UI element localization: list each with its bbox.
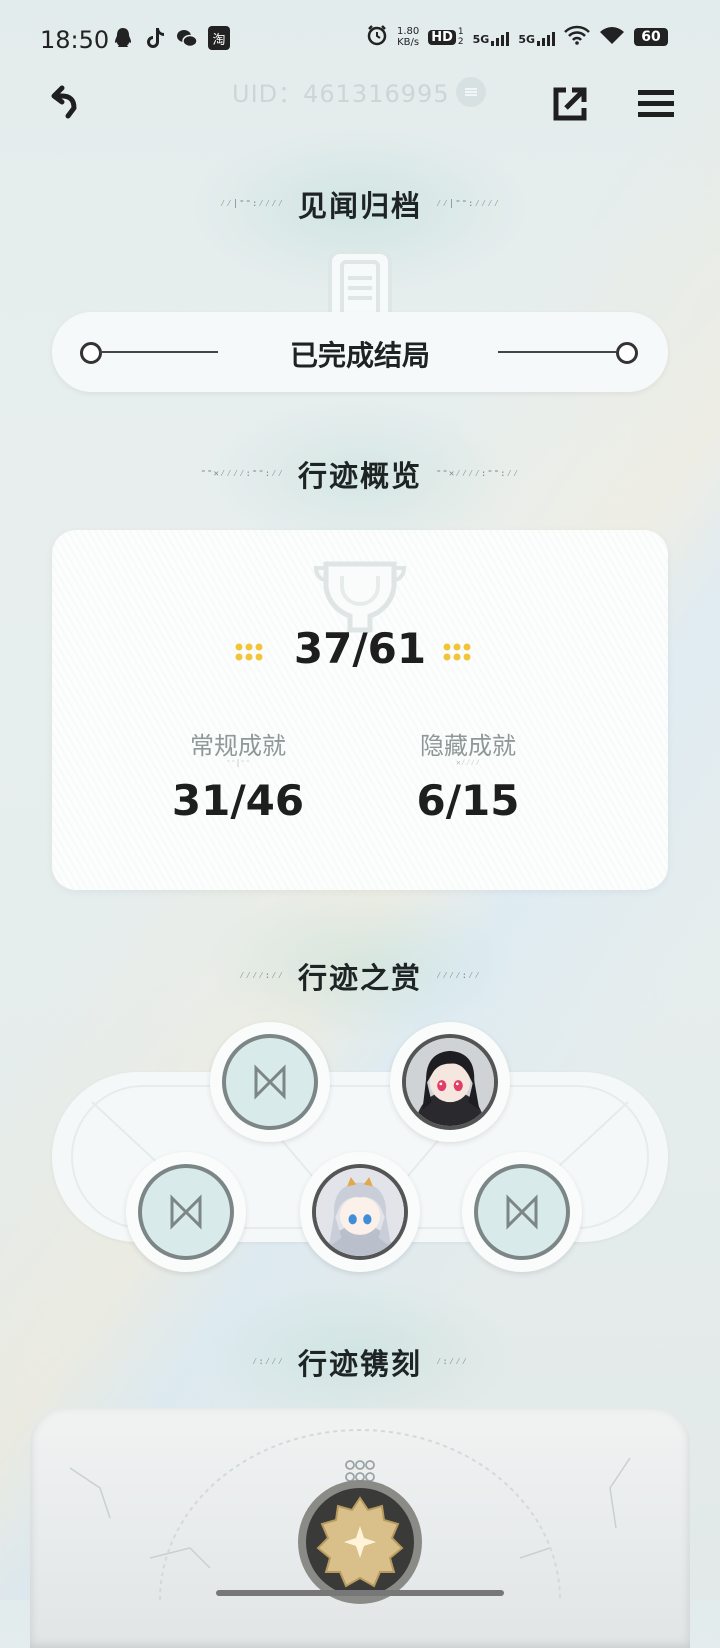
reward-slot-1-locked[interactable]: [210, 1022, 330, 1142]
slot-ring: [312, 1164, 408, 1260]
slot-ring: [138, 1164, 234, 1260]
alarm-icon: [366, 24, 388, 50]
total-achievements-value: 37/61: [293, 624, 427, 673]
back-button[interactable]: [44, 80, 92, 128]
reward-slot-5-locked[interactable]: [462, 1152, 582, 1272]
bowtie-icon: [254, 1064, 286, 1100]
taobao-icon: 淘: [208, 26, 230, 50]
signal-2-label: 5G: [518, 33, 535, 46]
hd-sub-1: 1: [457, 27, 464, 37]
engraving-section-header: ⁄:⁄⁄⁄ 行迹镌刻 ⁄:⁄⁄⁄: [0, 1332, 720, 1392]
header-deco-left: ⁄⁄⁄⁄:⁄⁄: [239, 971, 284, 981]
share-external-icon: [553, 87, 587, 121]
header-deco-right: ⁄⁄⁄⁄:⁄⁄: [436, 971, 481, 981]
rewards-section-header: ⁄⁄⁄⁄:⁄⁄ 行迹之赏 ⁄⁄⁄⁄:⁄⁄: [0, 946, 720, 1006]
bowtie-icon: [170, 1194, 202, 1230]
wechat-icon: [176, 26, 198, 50]
decorative-dots-icon-right: [443, 643, 471, 661]
hidden-achievements-value: 6/15: [416, 776, 520, 825]
reward-slot-4-unlocked[interactable]: [300, 1152, 420, 1272]
archive-section-header: ⁄⁄|⁼⁼:⁄⁄⁄⁄ 见闻归档 ⁄⁄|⁼⁼:⁄⁄⁄⁄: [0, 174, 720, 234]
hd-sub-2: 2: [457, 37, 464, 47]
uid-text: UID：461316995: [232, 80, 450, 108]
dark-haired-character-avatar: [406, 1038, 494, 1126]
net-speed-value: 1.80: [396, 26, 420, 37]
hamburger-menu-icon: [638, 90, 674, 117]
pill-right-knob: [616, 342, 638, 364]
copy-icon: [464, 87, 477, 96]
slot-ring: [222, 1034, 318, 1130]
hd-indicator: HD 1 2: [428, 27, 464, 47]
completed-endings-button[interactable]: 已完成结局: [52, 312, 668, 392]
home-indicator[interactable]: [216, 1590, 504, 1596]
engraving-section-title: 行迹镌刻: [297, 1347, 422, 1381]
completed-endings-label: 已完成结局: [289, 339, 430, 372]
signal-1-label: 5G: [472, 33, 490, 46]
copy-uid-button[interactable]: [455, 76, 486, 107]
tiktok-icon: [144, 26, 166, 50]
undo-arrow-icon: [51, 85, 77, 119]
signal-2: 5G: [518, 28, 555, 46]
header-deco-right: ⁄⁄|⁼⁼:⁄⁄⁄⁄: [436, 199, 501, 209]
status-bar: 18:50 淘 1.80 KB/s HD 1 2 5G 5G 60: [0, 0, 720, 80]
slot-ring: [474, 1164, 570, 1260]
qq-icon: [112, 26, 134, 50]
signal-bars-icon: [491, 28, 510, 46]
uid-display: UID：461316995: [232, 74, 486, 109]
wifi-icon: [599, 25, 625, 49]
battery-indicator: 60: [634, 28, 668, 46]
reward-slot-3-locked[interactable]: [126, 1152, 246, 1272]
slot-ring: [402, 1034, 498, 1130]
overview-section-header: ⁼⁼✕⁄⁄⁄⁄:⁼⁼:⁄⁄ 行迹概览 ⁼⁼✕⁄⁄⁄⁄:⁼⁼:⁄⁄: [0, 444, 720, 504]
menu-button[interactable]: [638, 88, 674, 120]
header-deco-left: ⁄⁄|⁼⁼:⁄⁄⁄⁄: [219, 199, 284, 209]
share-button[interactable]: [552, 86, 588, 122]
document-icon: [322, 248, 398, 334]
header-deco-left: ⁼⁼✕⁄⁄⁄⁄:⁼⁼:⁄⁄: [200, 469, 284, 479]
status-time: 18:50: [40, 26, 110, 54]
hidden-achievements-deco: ✕⁄⁄⁄⁄: [455, 758, 481, 767]
net-speed-unit: KB/s: [397, 37, 420, 48]
header-deco-left: ⁄:⁄⁄⁄: [251, 1357, 284, 1367]
reward-slot-2-unlocked[interactable]: [390, 1022, 510, 1142]
archive-section-title: 见闻归档: [297, 189, 422, 223]
overview-section-title: 行迹概览: [297, 459, 422, 493]
rewards-section-title: 行迹之赏: [297, 961, 422, 995]
header-deco-right: ⁼⁼✕⁄⁄⁄⁄:⁼⁼:⁄⁄: [436, 469, 520, 479]
medal-icon: [294, 1476, 426, 1608]
notification-icons: 淘: [112, 26, 230, 50]
net-speed: 1.80 KB/s: [397, 26, 419, 48]
engraving-panel[interactable]: [30, 1408, 690, 1648]
achievement-overview-card[interactable]: 37/61 常规成就 ⁼⁼|⁼⁼ 31/46 隐藏成就 ✕⁄⁄⁄⁄ 6/15: [52, 530, 668, 890]
signal-bars-icon: [537, 28, 555, 46]
pill-right-line: [498, 351, 616, 353]
hd-badge: HD: [428, 29, 456, 45]
silver-haired-character-avatar: [316, 1168, 404, 1256]
bowtie-icon: [506, 1194, 538, 1230]
header-deco-right: ⁄:⁄⁄⁄: [436, 1357, 469, 1367]
signal-1: 5G: [473, 28, 510, 46]
hidden-achievements-label: 隐藏成就: [420, 732, 516, 760]
hotspot-wifi-icon: [564, 25, 590, 49]
system-icons: 1.80 KB/s HD 1 2 5G 5G 60: [366, 24, 668, 50]
